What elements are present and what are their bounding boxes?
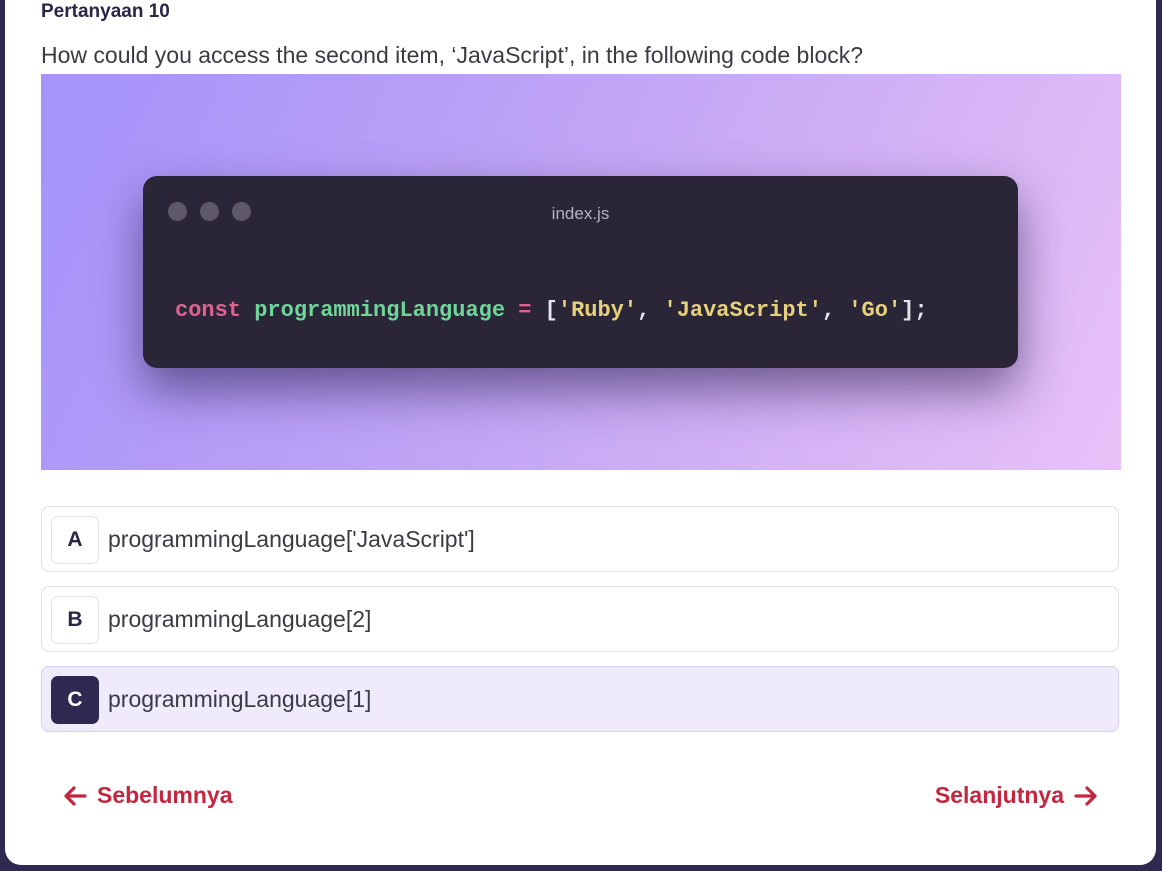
option-text: programmingLanguage[1] (108, 686, 372, 712)
code-string-go: 'Go' (848, 298, 902, 323)
code-line: const programmingLanguage = ['Ruby', 'Ja… (175, 298, 928, 323)
next-button[interactable]: Selanjutnya (935, 782, 1098, 809)
next-label: Selanjutnya (934, 782, 1064, 808)
option-letter-badge: B (51, 596, 99, 644)
code-identifier: programmingLanguage (254, 298, 506, 323)
answer-option-c[interactable]: C programmingLanguage[1] (41, 666, 1119, 732)
code-keyword: const (175, 298, 242, 323)
code-open-bracket: [ (544, 298, 558, 323)
previous-button[interactable]: Sebelumnya (63, 782, 233, 809)
option-letter-badge: C (51, 676, 99, 724)
code-screenshot-image: index.js const programmingLanguage = ['R… (41, 74, 1121, 470)
code-comma: , (637, 298, 651, 323)
option-text: programmingLanguage['JavaScript'] (108, 526, 475, 552)
answer-option-a[interactable]: A programmingLanguage['JavaScript'] (41, 506, 1119, 572)
code-operator: = (518, 298, 532, 323)
question-number: Pertanyaan 10 (41, 1, 170, 22)
arrow-left-icon (63, 785, 87, 807)
code-comma: , (821, 298, 836, 323)
option-letter-badge: A (51, 516, 99, 564)
code-editor-window: index.js const programmingLanguage = ['R… (143, 176, 1018, 368)
arrow-right-icon (1074, 785, 1098, 807)
previous-label: Sebelumnya (97, 782, 233, 808)
question-card: Pertanyaan 10 How could you access the s… (5, 0, 1156, 865)
question-text: How could you access the second item, ‘J… (41, 42, 864, 68)
code-string-ruby: 'Ruby' (557, 298, 638, 323)
answer-option-b[interactable]: B programmingLanguage[2] (41, 586, 1119, 652)
code-file-name: index.js (551, 204, 610, 223)
code-string-javascript: 'JavaScript' (663, 298, 822, 323)
code-close-bracket: ]; (901, 298, 928, 323)
option-text: programmingLanguage[2] (108, 606, 372, 632)
